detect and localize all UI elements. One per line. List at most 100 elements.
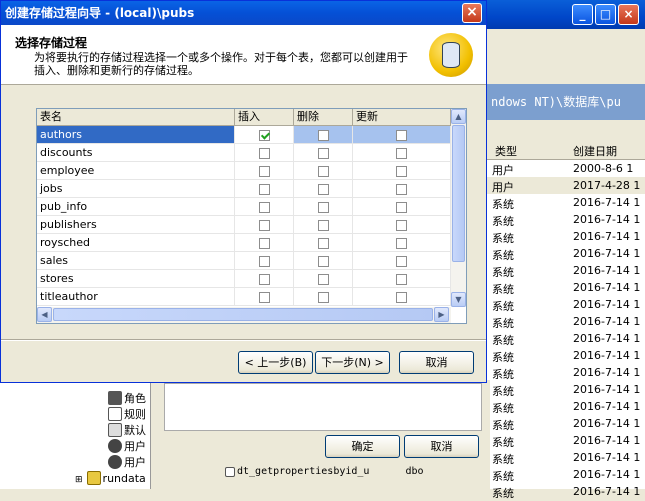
column-header-type[interactable]: 类型 — [495, 143, 517, 159]
delete-checkbox[interactable] — [318, 166, 329, 177]
list-item[interactable]: 系统 2016-7-14 1 — [487, 381, 645, 398]
table-name-cell[interactable]: authors — [37, 126, 235, 144]
tree-item-rules[interactable]: 规则 — [108, 406, 146, 422]
tree-item-users-1[interactable]: 用户 — [108, 438, 146, 454]
update-checkbox[interactable] — [396, 274, 407, 285]
table-name-cell[interactable]: titleauthor — [37, 288, 235, 306]
list-item[interactable]: 系统 2016-7-14 1 — [487, 211, 645, 228]
vertical-scrollbar[interactable]: ▲ ▼ — [451, 109, 466, 307]
delete-checkbox[interactable] — [318, 184, 329, 195]
insert-checkbox[interactable] — [259, 130, 270, 141]
insert-checkbox[interactable] — [259, 184, 270, 195]
list-item[interactable]: 系统 2016-7-14 1 — [487, 415, 645, 432]
list-item[interactable]: 系统 2016-7-14 1 — [487, 483, 645, 500]
scroll-right-icon[interactable]: ▶ — [434, 307, 449, 322]
tree-item-roles[interactable]: 角色 — [108, 390, 146, 406]
table-row[interactable]: authors — [37, 126, 451, 144]
list-item[interactable]: 系统 2016-7-14 1 — [487, 228, 645, 245]
insert-checkbox[interactable] — [259, 238, 270, 249]
list-item[interactable]: 系统 2016-7-14 1 — [487, 194, 645, 211]
delete-checkbox[interactable] — [318, 220, 329, 231]
insert-checkbox[interactable] — [259, 220, 270, 231]
close-button[interactable]: × — [618, 4, 639, 25]
list-item[interactable]: 系统 2016-7-14 1 — [487, 330, 645, 347]
table-name-cell[interactable]: employee — [37, 162, 235, 180]
delete-checkbox[interactable] — [318, 256, 329, 267]
column-header-table[interactable]: 表名 — [37, 109, 235, 126]
horizontal-scrollbar[interactable]: ◀ ▶ — [37, 307, 451, 323]
update-checkbox[interactable] — [396, 166, 407, 177]
update-checkbox[interactable] — [396, 148, 407, 159]
list-item[interactable]: 用户 2000-8-6 1 — [487, 160, 645, 177]
insert-checkbox[interactable] — [259, 256, 270, 267]
list-item[interactable]: 系统 2016-7-14 1 — [487, 313, 645, 330]
insert-checkbox[interactable] — [259, 166, 270, 177]
table-name-cell[interactable]: stores — [37, 270, 235, 288]
update-checkbox[interactable] — [396, 292, 407, 303]
table-row[interactable]: stores — [37, 270, 451, 288]
delete-checkbox[interactable] — [318, 202, 329, 213]
horizontal-scroll-thumb[interactable] — [53, 308, 433, 321]
table-row[interactable]: sales — [37, 252, 451, 270]
table-name-cell[interactable]: roysched — [37, 234, 235, 252]
delete-checkbox[interactable] — [318, 130, 329, 141]
update-checkbox[interactable] — [396, 256, 407, 267]
next-button[interactable]: 下一步(N) > — [315, 351, 390, 374]
insert-checkbox[interactable] — [259, 292, 270, 303]
column-header-insert[interactable]: 插入 — [235, 109, 294, 126]
table-name-cell[interactable]: jobs — [37, 180, 235, 198]
wizard-cancel-button[interactable]: 取消 — [399, 351, 474, 374]
update-checkbox[interactable] — [396, 238, 407, 249]
insert-checkbox[interactable] — [259, 274, 270, 285]
delete-checkbox[interactable] — [318, 148, 329, 159]
list-item[interactable]: 用户 2017-4-28 1 — [487, 177, 645, 194]
insert-checkbox[interactable] — [259, 148, 270, 159]
table-name-cell[interactable]: discounts — [37, 144, 235, 162]
list-item[interactable]: 系统 2016-7-14 1 — [487, 432, 645, 449]
list-item[interactable]: 系统 2016-7-14 1 — [487, 347, 645, 364]
vertical-scroll-thumb[interactable] — [452, 125, 465, 262]
table-name-cell[interactable]: publishers — [37, 216, 235, 234]
table-name-cell[interactable]: sales — [37, 252, 235, 270]
scroll-up-icon[interactable]: ▲ — [451, 109, 466, 124]
back-button[interactable]: < 上一步(B) — [238, 351, 313, 374]
properties-text-area[interactable] — [164, 383, 482, 431]
column-header-delete[interactable]: 删除 — [294, 109, 353, 126]
list-item[interactable]: 系统 2016-7-14 1 — [487, 449, 645, 466]
insert-checkbox[interactable] — [259, 202, 270, 213]
dialog-cancel-button[interactable]: 取消 — [404, 435, 479, 458]
list-item[interactable]: 系统 2016-7-14 1 — [487, 245, 645, 262]
table-row[interactable]: employee — [37, 162, 451, 180]
stored-procedure-row[interactable]: dt_getpropertiesbyid_u dbo — [225, 466, 424, 477]
scroll-left-icon[interactable]: ◀ — [37, 307, 52, 322]
list-item[interactable]: 系统 2016-7-14 1 — [487, 364, 645, 381]
update-checkbox[interactable] — [396, 202, 407, 213]
list-item[interactable]: 系统 2016-7-14 1 — [487, 279, 645, 296]
update-checkbox[interactable] — [396, 184, 407, 195]
update-checkbox[interactable] — [396, 220, 407, 231]
ok-button[interactable]: 确定 — [325, 435, 400, 458]
table-name-cell[interactable]: pub_info — [37, 198, 235, 216]
table-row[interactable]: roysched — [37, 234, 451, 252]
delete-checkbox[interactable] — [318, 238, 329, 249]
column-header-update[interactable]: 更新 — [353, 109, 451, 126]
table-row[interactable]: titleauthor — [37, 288, 451, 306]
tree-item-users-2[interactable]: 用户 — [108, 454, 146, 470]
list-item[interactable]: 系统 2016-7-14 1 — [487, 262, 645, 279]
table-row[interactable]: jobs — [37, 180, 451, 198]
update-checkbox[interactable] — [396, 130, 407, 141]
delete-checkbox[interactable] — [318, 292, 329, 303]
table-row[interactable]: discounts — [37, 144, 451, 162]
column-header-created[interactable]: 创建日期 — [573, 143, 617, 159]
tree-item-rundata[interactable]: ⊞ rundata — [75, 471, 146, 485]
delete-checkbox[interactable] — [318, 274, 329, 285]
table-row[interactable]: publishers — [37, 216, 451, 234]
list-item[interactable]: 系统 2016-7-14 1 — [487, 466, 645, 483]
list-item[interactable]: 系统 2016-7-14 1 — [487, 296, 645, 313]
tree-item-defaults[interactable]: 默认 — [108, 422, 146, 438]
list-item[interactable]: 系统 2016-7-14 1 — [487, 398, 645, 415]
maximize-button[interactable]: □ — [595, 4, 616, 25]
minimize-button[interactable]: _ — [572, 4, 593, 25]
wizard-close-button[interactable]: × — [462, 3, 482, 23]
table-row[interactable]: pub_info — [37, 198, 451, 216]
